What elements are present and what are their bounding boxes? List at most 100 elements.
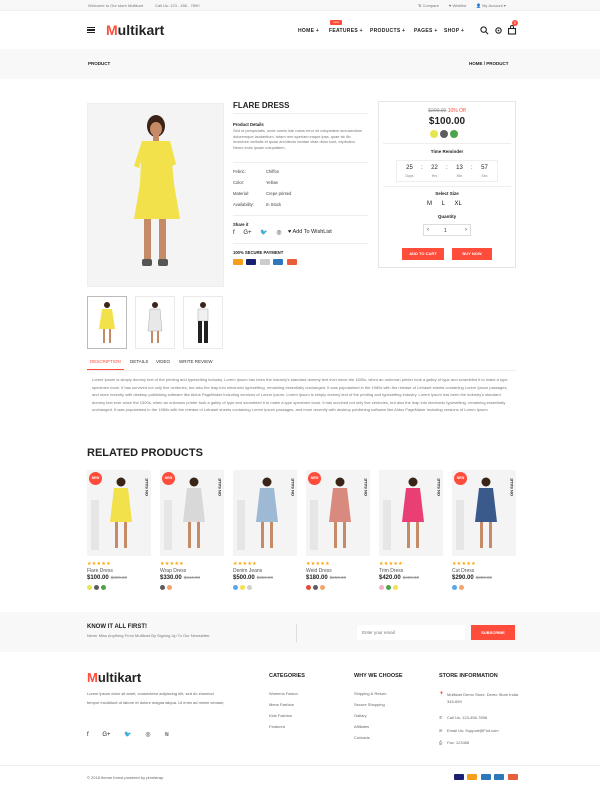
color-dot[interactable]: [379, 585, 384, 590]
google-plus-icon[interactable]: G+: [243, 230, 251, 236]
add-to-cart-button[interactable]: ADD TO CART: [402, 248, 444, 260]
color-swatch-green[interactable]: [450, 130, 458, 138]
color-dot[interactable]: [320, 585, 325, 590]
product-name[interactable]: Trim Dress: [379, 568, 403, 574]
top-bar: Welcome to Our store Multikart Call Us: …: [0, 0, 600, 11]
size-m[interactable]: M: [427, 201, 432, 207]
facebook-icon[interactable]: f: [87, 732, 89, 738]
phone-icon: ✆: [439, 715, 443, 720]
nav-home[interactable]: HOME +: [298, 28, 319, 34]
footer-category-link[interactable]: Womens Fasion: [269, 691, 298, 696]
color-dot[interactable]: [313, 585, 318, 590]
tab-write-review[interactable]: WRITE REVIEW: [179, 359, 213, 364]
settings-icon[interactable]: [494, 26, 503, 35]
product-price: $500.00 $350.00: [233, 575, 273, 581]
increase-button[interactable]: ›: [465, 227, 467, 233]
footer-why-link[interactable]: Contacts: [354, 735, 370, 740]
color-swatch-yellow[interactable]: [430, 130, 438, 138]
google-plus-icon[interactable]: G+: [102, 732, 110, 738]
tab-video[interactable]: VIDEO: [156, 359, 170, 364]
quantity-value[interactable]: 1: [444, 228, 447, 234]
color-dot[interactable]: [393, 585, 398, 590]
footer-category-link[interactable]: Featured: [269, 724, 285, 729]
color-dot[interactable]: [167, 585, 172, 590]
footer-why-link[interactable]: Secure Shopping: [354, 702, 385, 707]
instagram-icon[interactable]: ◎: [145, 732, 150, 738]
color-dot[interactable]: [233, 585, 238, 590]
store-fax: Fax: 123456: [447, 740, 470, 745]
related-product-image[interactable]: [379, 470, 443, 556]
color-dot[interactable]: [87, 585, 92, 590]
nav-features[interactable]: FEATURES +: [329, 28, 363, 34]
footer-store-title: STORE INFORMATION: [439, 673, 498, 679]
cart-icon[interactable]: [507, 25, 517, 35]
footer-category-link[interactable]: Mens Fashion: [269, 702, 294, 707]
old-price: $250.00: [329, 575, 346, 580]
on-sale-label: ON SALE: [436, 478, 441, 496]
add-to-wishlist-link[interactable]: ♥ Add To WishList: [288, 229, 332, 235]
footer-why-link[interactable]: Shipping & Return: [354, 691, 386, 696]
size-xl[interactable]: XL: [454, 201, 461, 207]
color-dot[interactable]: [240, 585, 245, 590]
footer-why-link[interactable]: Affiliates: [354, 724, 369, 729]
facebook-icon[interactable]: f: [233, 230, 235, 236]
thumbnail-2[interactable]: [135, 296, 175, 349]
color-options: [452, 585, 466, 592]
rss-icon[interactable]: ≋: [164, 732, 169, 738]
size-l[interactable]: L: [442, 201, 445, 207]
nav-pages[interactable]: PAGES +: [414, 28, 438, 34]
tab-details[interactable]: DETAILS: [130, 359, 148, 364]
footer-logo[interactable]: Multikart: [87, 670, 141, 685]
product-name[interactable]: Cut Dress: [452, 568, 474, 574]
color-dot[interactable]: [101, 585, 106, 590]
thumbnail-3[interactable]: [183, 296, 223, 349]
newsletter-email-input[interactable]: [357, 625, 465, 640]
nav-shop[interactable]: SHOP +: [444, 28, 464, 34]
product-name[interactable]: Flare Dress: [87, 568, 113, 574]
location-icon: 📍: [439, 691, 444, 696]
footer-why-link[interactable]: Gallary: [354, 713, 367, 718]
related-product-image[interactable]: [233, 470, 297, 556]
color-dot[interactable]: [160, 585, 165, 590]
main-product-image[interactable]: [87, 103, 224, 287]
header: Multikart HOME + FEATURES + PRODUCTS + P…: [0, 11, 600, 49]
payment-icons: [233, 259, 299, 267]
subscribe-button[interactable]: SUBSCRIBE: [471, 625, 515, 640]
color-dot[interactable]: [306, 585, 311, 590]
color-dot[interactable]: [94, 585, 99, 590]
color-swatch-gray[interactable]: [440, 130, 448, 138]
footer-why-title: WHY WE CHOOSE: [354, 673, 403, 679]
twitter-icon[interactable]: 🐦: [124, 732, 131, 738]
rating-stars: ★★★★★: [306, 561, 330, 567]
color-dot[interactable]: [247, 585, 252, 590]
search-icon[interactable]: [480, 26, 489, 35]
buy-now-button[interactable]: BUY NOW: [452, 248, 492, 260]
tab-description[interactable]: DESCRIPTION: [90, 359, 121, 364]
wishlist-link[interactable]: ♥ Wishlist: [449, 3, 466, 8]
logo[interactable]: Multikart: [106, 22, 164, 38]
product-name[interactable]: Denim Jeans: [233, 568, 262, 574]
twitter-icon[interactable]: 🐦: [260, 230, 267, 236]
product-price: $420.00 $400.00: [379, 575, 419, 581]
breadcrumb-home[interactable]: HOME: [469, 61, 483, 66]
old-price: $300.00: [110, 575, 127, 580]
thumbnail-1[interactable]: [87, 296, 127, 349]
account-link[interactable]: 👤 My Account ▾: [476, 3, 506, 8]
product-name[interactable]: Wrap Dress: [160, 568, 186, 574]
color-dot[interactable]: [459, 585, 464, 590]
decrease-button[interactable]: ‹: [427, 227, 429, 233]
mastercard-icon: [467, 774, 478, 780]
menu-icon[interactable]: [87, 27, 95, 34]
compare-link[interactable]: ⇅ Compare: [418, 3, 439, 8]
color-dot[interactable]: [386, 585, 391, 590]
share-label: Share it: [233, 222, 249, 227]
instagram-icon[interactable]: ◎: [276, 230, 281, 236]
product-name[interactable]: Weid Dress: [306, 568, 332, 574]
newsletter-subtitle: Never Miss Anything From Multikart By Si…: [87, 633, 211, 638]
old-price: $300.00: [475, 575, 492, 580]
footer-category-link[interactable]: Kids Fashion: [269, 713, 292, 718]
color-options: [160, 585, 174, 592]
nav-products[interactable]: PRODUCTS +: [370, 28, 405, 34]
size-title: Select Size: [435, 191, 459, 196]
color-dot[interactable]: [452, 585, 457, 590]
